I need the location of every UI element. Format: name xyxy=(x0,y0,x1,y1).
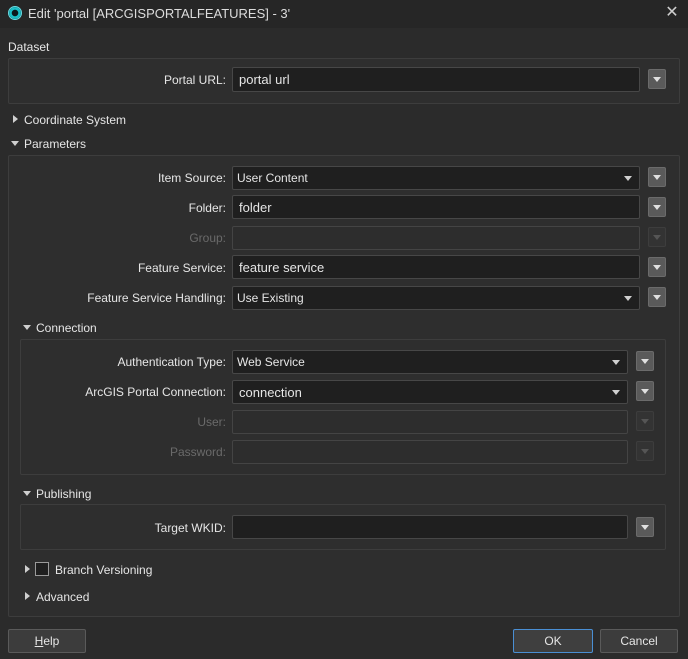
feature-service-handling-select[interactable]: Use Existing xyxy=(232,286,640,310)
folder-menu-button[interactable] xyxy=(648,197,666,217)
portal-url-label: Portal URL: xyxy=(163,73,226,87)
item-source-value: User Content xyxy=(237,171,308,185)
group-menu-button[interactable] xyxy=(648,227,666,247)
target-wkid-field[interactable] xyxy=(232,515,628,539)
feature-service-handling-label: Feature Service Handling: xyxy=(87,291,226,305)
coordinate-system-section[interactable]: Coordinate System xyxy=(24,113,126,127)
user-menu-button[interactable] xyxy=(636,411,654,431)
item-source-menu-button[interactable] xyxy=(648,167,666,187)
authentication-type-value: Web Service xyxy=(237,355,305,369)
expand-arrow-icon[interactable] xyxy=(13,115,18,123)
connection-section[interactable]: Connection xyxy=(36,321,97,335)
authentication-type-label: Authentication Type: xyxy=(117,355,226,369)
folder-field[interactable]: folder xyxy=(232,195,640,219)
collapse-arrow-icon[interactable] xyxy=(23,325,31,330)
collapse-arrow-icon[interactable] xyxy=(23,491,31,496)
cancel-button[interactable]: Cancel xyxy=(600,629,678,653)
group-field[interactable] xyxy=(232,226,640,250)
password-label: Password: xyxy=(169,445,226,459)
branch-versioning-checkbox[interactable] xyxy=(35,562,49,576)
portal-url-field[interactable]: portal url xyxy=(232,67,640,92)
authentication-type-select[interactable]: Web Service xyxy=(232,350,628,374)
dropdown-caret-icon xyxy=(612,390,620,395)
item-source-select[interactable]: User Content xyxy=(232,166,640,190)
authentication-type-menu-button[interactable] xyxy=(636,351,654,371)
publishing-section[interactable]: Publishing xyxy=(36,487,91,501)
ok-button[interactable]: OK xyxy=(513,629,593,653)
window-title: Edit 'portal [ARCGISPORTALFEATURES] - 3' xyxy=(28,6,291,21)
fme-app-icon xyxy=(8,6,22,20)
collapse-arrow-icon[interactable] xyxy=(11,141,19,146)
feature-service-handling-value: Use Existing xyxy=(237,291,304,305)
dropdown-caret-icon xyxy=(624,176,632,181)
arcgis-portal-connection-select[interactable]: connection xyxy=(232,380,628,404)
help-mnemonic: H xyxy=(34,634,44,648)
user-label: User: xyxy=(197,415,226,429)
title-bar: Edit 'portal [ARCGISPORTALFEATURES] - 3'… xyxy=(0,0,688,28)
password-menu-button[interactable] xyxy=(636,441,654,461)
target-wkid-menu-button[interactable] xyxy=(636,517,654,537)
dropdown-caret-icon xyxy=(612,360,620,365)
password-field[interactable] xyxy=(232,440,628,464)
feature-service-handling-menu-button[interactable] xyxy=(648,287,666,307)
portal-url-menu-button[interactable] xyxy=(648,69,666,89)
dataset-heading: Dataset xyxy=(8,40,50,54)
user-field[interactable] xyxy=(232,410,628,434)
group-label: Group: xyxy=(189,231,226,245)
advanced-section[interactable]: Advanced xyxy=(36,590,89,604)
parameters-section[interactable]: Parameters xyxy=(24,137,86,151)
item-source-label: Item Source: xyxy=(157,171,226,185)
help-button[interactable]: Help xyxy=(8,629,86,653)
feature-service-menu-button[interactable] xyxy=(648,257,666,277)
help-label: elp xyxy=(43,634,60,648)
dropdown-caret-icon xyxy=(624,296,632,301)
feature-service-label: Feature Service: xyxy=(137,261,226,275)
expand-arrow-icon[interactable] xyxy=(25,592,30,600)
feature-service-field[interactable]: feature service xyxy=(232,255,640,279)
arcgis-portal-connection-label: ArcGIS Portal Connection: xyxy=(85,385,226,399)
folder-label: Folder: xyxy=(188,201,226,215)
expand-arrow-icon[interactable] xyxy=(25,565,30,573)
close-icon[interactable]: ✕ xyxy=(664,4,680,20)
branch-versioning-section[interactable]: Branch Versioning xyxy=(55,563,152,577)
arcgis-portal-connection-menu-button[interactable] xyxy=(636,381,654,401)
arcgis-portal-connection-value: connection xyxy=(239,384,302,400)
target-wkid-label: Target WKID: xyxy=(154,521,226,535)
